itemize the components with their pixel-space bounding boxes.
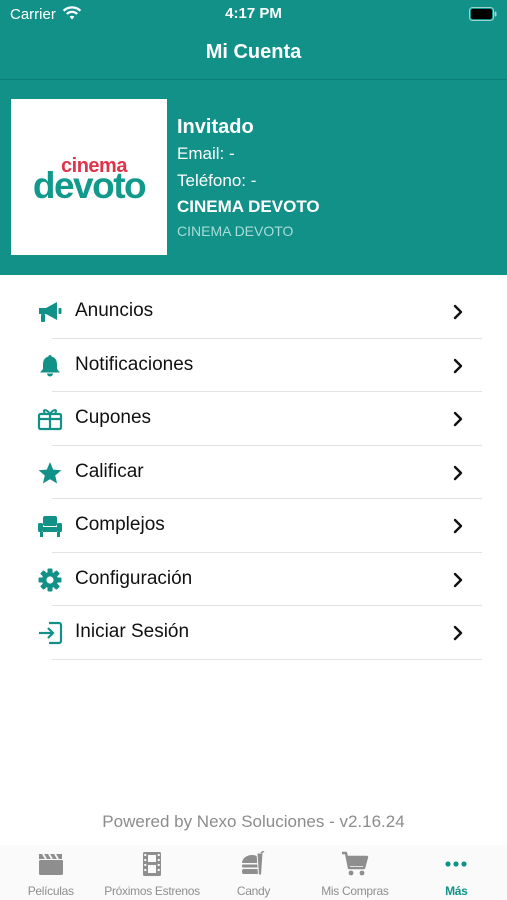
tab-candy[interactable]: Candy (203, 845, 304, 900)
food-icon (242, 851, 265, 876)
star-icon (38, 461, 62, 483)
tab-peliculas[interactable]: Películas (0, 845, 101, 900)
film-strip-icon (143, 852, 162, 876)
menu-label: Anuncios (75, 300, 154, 321)
menu-item-cupones[interactable]: Cupones (0, 392, 507, 446)
battery-icon (469, 7, 497, 21)
more-dots-icon (445, 861, 467, 867)
powered-by-text: Powered by Nexo Soluciones - v2.16.24 (102, 812, 405, 831)
cinema-logo: cinema devoto (11, 99, 167, 255)
tab-label: Más (445, 884, 468, 898)
clapperboard-icon (38, 853, 63, 875)
gift-icon (37, 409, 63, 431)
menu-item-complejos[interactable]: Complejos (0, 499, 507, 553)
tab-label: Candy (236, 884, 271, 898)
menu-item-configuracion[interactable]: Configuración (0, 553, 507, 606)
menu-label: Cupones (75, 407, 152, 428)
chevron-right-icon (453, 304, 463, 320)
profile-info: Invitado Email: - Teléfono: - CINEMA DEV… (177, 114, 320, 243)
menu-label: Calificar (75, 460, 144, 482)
page-title: Mi Cuenta (205, 41, 302, 63)
tab-mis-compras[interactable]: Mis Compras (304, 845, 405, 900)
profile-header: cinema devoto Invitado Email: - Teléfono… (0, 80, 507, 275)
account-menu: Anuncios Notificaciones Cupones Califica… (0, 285, 507, 660)
clock: 4:17 PM (225, 5, 282, 22)
sign-in-icon (39, 621, 63, 645)
gear-icon (38, 568, 62, 591)
user-email: Email: - (177, 144, 235, 163)
tab-label: Películas (27, 884, 74, 898)
user-name: Invitado (177, 116, 254, 138)
chevron-right-icon (453, 625, 463, 641)
chevron-right-icon (453, 518, 463, 534)
status-bar: Carrier 4:17 PM (0, 0, 507, 30)
chevron-right-icon (453, 358, 463, 373)
chevron-right-icon (453, 411, 463, 427)
tab-label: Próximos Estrenos (104, 884, 200, 898)
menu-item-notificaciones[interactable]: Notificaciones (0, 339, 507, 392)
chevron-right-icon (453, 465, 463, 480)
menu-label: Notificaciones (75, 353, 194, 375)
menu-item-calificar[interactable]: Calificar (0, 446, 507, 499)
menu-label: Configuración (75, 567, 193, 589)
user-phone: Teléfono: - (177, 171, 257, 190)
logo-text-bottom: devoto (32, 165, 147, 206)
nav-bar: Mi Cuenta (0, 30, 507, 80)
menu-item-anuncios[interactable]: Anuncios (0, 285, 507, 339)
company-subtitle: CINEMA DEVOTO (177, 223, 294, 239)
company-name: CINEMA DEVOTO (177, 197, 320, 216)
bell-icon (40, 354, 60, 376)
tab-label: Mis Compras (321, 884, 389, 898)
tab-proximos-estrenos[interactable]: Próximos Estrenos (101, 845, 202, 900)
tab-mas[interactable]: Más (406, 845, 507, 900)
megaphone-icon (39, 302, 62, 322)
menu-item-iniciar-sesion[interactable]: Iniciar Sesión (0, 606, 507, 660)
tab-bar: Películas Próximos Estrenos Candy Mis Co… (0, 845, 507, 900)
menu-label: Iniciar Sesión (75, 621, 190, 642)
separator (52, 658, 482, 660)
menu-label: Complejos (75, 514, 165, 535)
armchair-icon (38, 516, 62, 537)
cart-icon (341, 851, 369, 876)
chevron-right-icon (453, 572, 463, 587)
